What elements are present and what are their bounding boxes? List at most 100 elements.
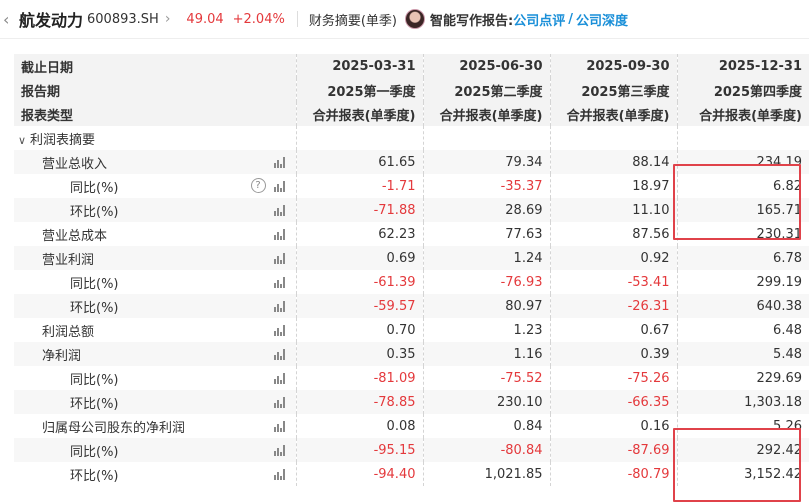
value-cell: 18.97 — [549, 174, 677, 198]
header-cell: 合并报表(单季度) — [676, 102, 809, 126]
company-depth-link[interactable]: 公司深度 — [576, 10, 628, 29]
bar-chart-icon[interactable] — [273, 204, 286, 216]
table-wrapper: 截止日期 2025-03-31 2025-06-30 2025-09-30 2025-1… — [14, 54, 809, 502]
bar-chart-icon[interactable] — [273, 276, 286, 288]
header-cell: 合并报表(单季度) — [549, 102, 677, 126]
row-label-cell: 同比(%) — [14, 438, 296, 462]
value-cell: -81.09 — [295, 366, 423, 390]
row-label: 环比(%) — [70, 204, 119, 220]
empty-cell — [422, 126, 550, 150]
row-label: 营业利润 — [42, 252, 95, 268]
stock-name: 航发动力 — [19, 11, 84, 30]
value-cell: 292.42 — [676, 438, 809, 462]
value-cell: 1.23 — [422, 318, 550, 342]
row-label-cell: 同比(%) — [14, 366, 296, 390]
header-cell: 2025-09-30 — [549, 54, 677, 78]
empty-cell — [549, 126, 677, 150]
ai-writing-label: 智能写作报告: — [430, 13, 514, 29]
row-label: 同比(%) — [70, 372, 119, 388]
value-cell: 62.23 — [295, 222, 423, 246]
header-label: 报表类型 — [14, 102, 296, 126]
value-cell: 6.82 — [676, 174, 809, 198]
value-cell: 5.26 — [676, 414, 809, 438]
help-icon[interactable]: ? — [250, 178, 266, 193]
value-cell: 0.08 — [295, 414, 423, 438]
value-cell: 1.24 — [422, 246, 550, 270]
value-cell: 1,303.18 — [676, 390, 809, 414]
row-label-cell: 营业总收入 — [14, 150, 296, 174]
header-row: 报表类型 合并报表(单季度) 合并报表(单季度) 合并报表(单季度) 合并报表(单季度) — [14, 102, 809, 126]
value-cell: -71.88 — [295, 198, 423, 222]
value-cell: 0.35 — [295, 342, 423, 366]
chevron-down-icon[interactable]: ∨ — [18, 134, 30, 147]
value-cell: -95.15 — [295, 438, 423, 462]
divider — [296, 11, 298, 27]
financial-summary-panel: 截止日期 2025-03-31 2025-06-30 2025-09-30 2025-1… — [0, 38, 809, 502]
bar-chart-icon[interactable] — [273, 300, 286, 312]
row-label: 归属母公司股东的净利润 — [42, 420, 186, 436]
table-row: 同比(%) -61.39 -76.93 -53.41 299.19 — [14, 270, 809, 294]
row-label: 环比(%) — [70, 468, 119, 484]
value-cell: 6.78 — [676, 246, 809, 270]
bar-chart-icon[interactable] — [273, 396, 286, 408]
value-cell: 0.16 — [549, 414, 677, 438]
table-row: 同比(%) -95.15 -80.84 -87.69 292.42 — [14, 438, 809, 462]
chevron-left-icon[interactable]: ‹ — [3, 10, 17, 29]
bar-chart-icon[interactable] — [273, 444, 286, 456]
table-row: 营业总收入 61.65 79.34 88.14 234.19 — [14, 150, 809, 174]
value-cell: 230.10 — [422, 390, 550, 414]
financial-table: 截止日期 2025-03-31 2025-06-30 2025-09-30 2025-1… — [14, 54, 809, 486]
value-cell: -59.57 — [295, 294, 423, 318]
row-label: 同比(%) — [70, 180, 119, 196]
bar-chart-icon[interactable] — [273, 180, 286, 192]
table-row: 环比(%) -71.88 28.69 11.10 165.71 — [14, 198, 809, 222]
header-cell: 2025-12-31 — [676, 54, 809, 78]
value-cell: -26.31 — [549, 294, 677, 318]
value-cell: 3,152.42 — [676, 462, 809, 486]
header-cell: 2025第四季度 — [676, 78, 809, 102]
table-row: 营业利润 0.69 1.24 0.92 6.78 — [14, 246, 809, 270]
row-label: 营业总收入 — [42, 156, 108, 172]
bar-chart-icon[interactable] — [273, 324, 286, 336]
value-cell: 0.84 — [422, 414, 550, 438]
value-cell: 0.70 — [295, 318, 423, 342]
value-cell: 6.48 — [676, 318, 809, 342]
header-cell: 合并报表(单季度) — [295, 102, 423, 126]
value-cell: -75.52 — [422, 366, 550, 390]
value-cell: -80.84 — [422, 438, 550, 462]
price-change-pct: +2.04% — [232, 11, 285, 27]
row-label-cell: 环比(%) — [14, 198, 296, 222]
bar-chart-icon[interactable] — [273, 348, 286, 360]
bar-chart-icon[interactable] — [273, 468, 286, 480]
value-cell: -61.39 — [295, 270, 423, 294]
header-row: 报告期 2025第一季度 2025第二季度 2025第三季度 2025第四季度 — [14, 78, 809, 102]
row-label: 环比(%) — [70, 300, 119, 316]
header-cell: 2025第一季度 — [295, 78, 423, 102]
bar-chart-icon[interactable] — [273, 156, 286, 168]
section-income-summary[interactable]: ∨ 利润表摘要 — [14, 126, 296, 150]
chevron-right-icon[interactable]: › — [165, 11, 171, 27]
ai-avatar-icon — [405, 9, 425, 29]
stock-price: 49.04 — [186, 11, 224, 27]
bar-chart-icon[interactable] — [273, 252, 286, 264]
table-row: 环比(%) -94.40 1,021.85 -80.79 3,152.42 — [14, 462, 809, 486]
header-cell: 2025-03-31 — [295, 54, 423, 78]
bar-chart-icon[interactable] — [273, 228, 286, 240]
row-label-cell: 营业总成本 — [14, 222, 296, 246]
header-cell: 2025第二季度 — [422, 78, 550, 102]
value-cell: -75.26 — [549, 366, 677, 390]
table-row: 同比(%) -81.09 -75.52 -75.26 229.69 — [14, 366, 809, 390]
row-label-cell: 同比(%) — [14, 270, 296, 294]
value-cell: -76.93 — [422, 270, 550, 294]
company-review-link[interactable]: 公司点评 — [513, 10, 565, 29]
bar-chart-icon[interactable] — [273, 420, 286, 432]
header-label: 截止日期 — [14, 54, 296, 78]
value-cell: 79.34 — [422, 150, 550, 174]
value-cell: 0.69 — [295, 246, 423, 270]
section-row[interactable]: ∨ 利润表摘要 — [14, 126, 809, 150]
value-cell: 234.19 — [676, 150, 809, 174]
bar-chart-icon[interactable] — [273, 372, 286, 384]
top-bar: ‹ 航发动力 600893.SH › 49.04 +2.04% 财务摘要(单季)… — [0, 0, 809, 38]
empty-cell — [295, 126, 423, 150]
link-separator: / — [568, 11, 573, 27]
